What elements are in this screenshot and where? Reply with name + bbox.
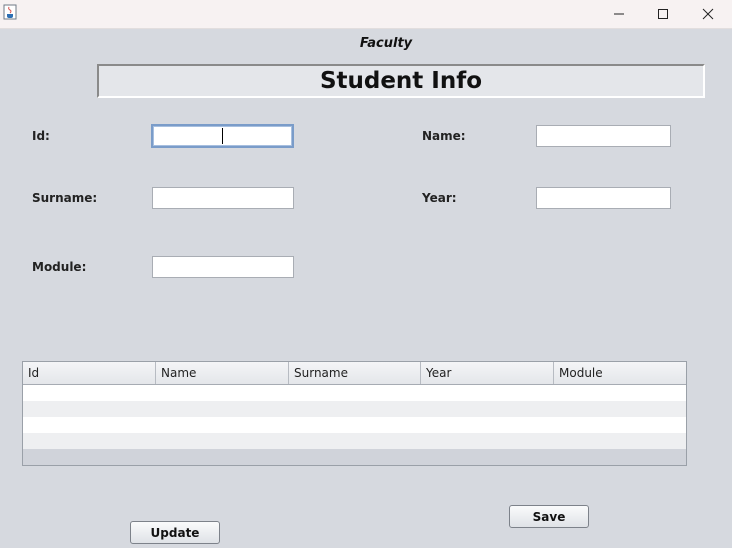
table-row[interactable] [23,385,686,401]
minimize-icon [613,5,625,24]
minimize-button[interactable] [597,0,641,28]
year-label: Year: [422,191,457,205]
module-label: Module: [32,260,87,274]
name-field[interactable] [536,125,671,147]
maximize-icon [657,5,669,24]
year-field[interactable] [536,187,671,209]
table-row[interactable] [23,417,686,433]
column-header-module[interactable]: Module [554,362,686,384]
id-label: Id: [32,129,50,143]
name-label: Name: [422,129,466,143]
title-bar [0,0,732,29]
close-icon [702,5,714,24]
table-row[interactable] [23,433,686,449]
student-table[interactable]: Id Name Surname Year Module [22,361,687,466]
surname-field[interactable] [152,187,294,209]
surname-label: Surname: [32,191,98,205]
save-button[interactable]: Save [509,505,589,528]
close-button[interactable] [686,0,730,28]
text-caret [222,128,223,144]
column-header-surname[interactable]: Surname [289,362,421,384]
faculty-heading: Faculty [359,36,413,51]
table-row[interactable] [23,401,686,417]
table-header: Id Name Surname Year Module [23,362,686,385]
column-header-name[interactable]: Name [156,362,289,384]
page-title: Student Info [97,64,705,98]
app-window: Faculty Student Info Id: Name: Surname: … [0,0,732,548]
java-cup-icon [3,4,17,20]
column-header-id[interactable]: Id [23,362,156,384]
module-field[interactable] [152,256,294,278]
update-button[interactable]: Update [130,521,220,544]
column-header-year[interactable]: Year [421,362,554,384]
maximize-button[interactable] [641,0,685,28]
